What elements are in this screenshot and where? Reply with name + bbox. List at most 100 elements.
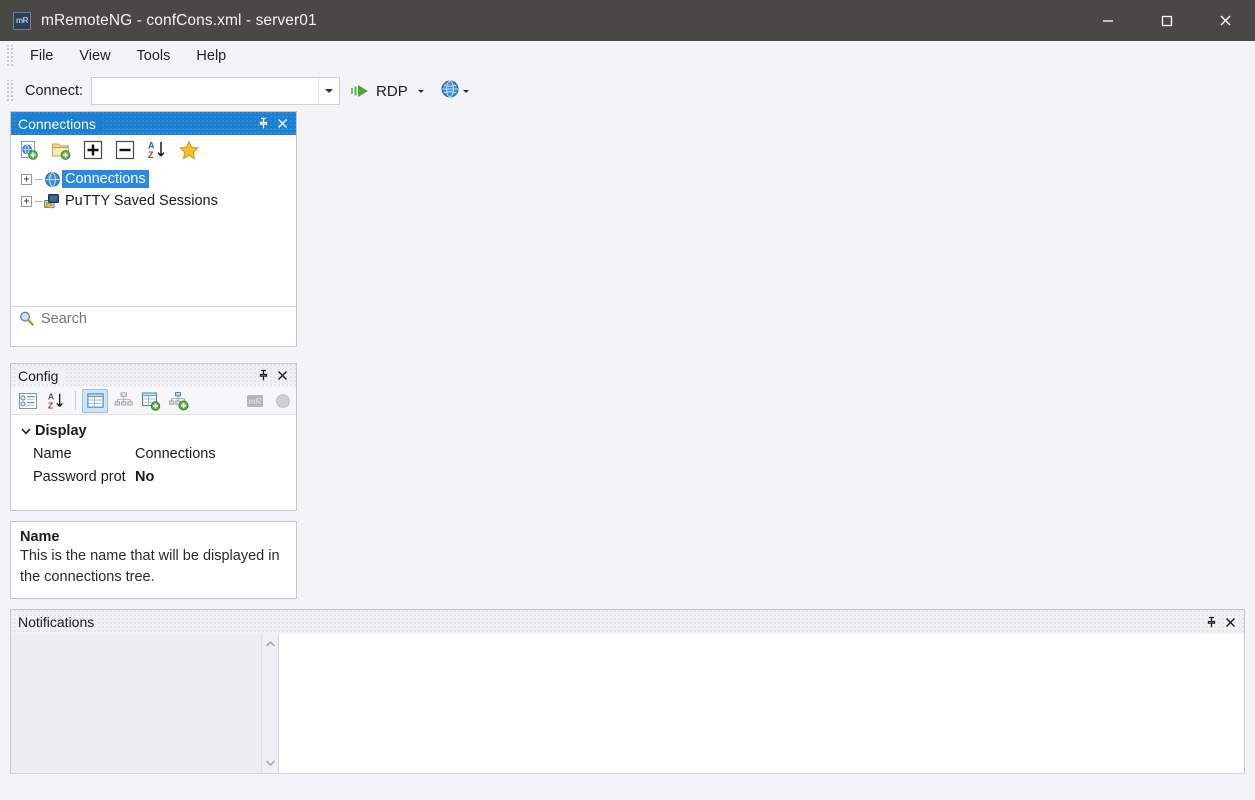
- notifications-panel-header: Notifications: [11, 610, 1244, 634]
- window-title: mRemoteNG - confCons.xml - server01: [41, 11, 317, 29]
- tree-item-label: PuTTY Saved Sessions: [65, 193, 218, 209]
- chevron-down-icon[interactable]: [263, 756, 278, 769]
- property-key: Name: [33, 445, 72, 462]
- connections-pin-button[interactable]: [254, 114, 273, 133]
- putty-icon: [42, 192, 62, 210]
- menu-item-file[interactable]: File: [17, 44, 66, 68]
- chevron-down-icon: [462, 89, 469, 93]
- property-description-panel: Name This is the name that will be displ…: [10, 521, 297, 599]
- connections-panel-header: Connections: [11, 112, 296, 135]
- mremoteng-badge-icon[interactable]: mR: [242, 389, 268, 413]
- property-value[interactable]: Connections: [135, 446, 216, 462]
- maximize-button[interactable]: [1137, 0, 1196, 41]
- tree-expander-icon[interactable]: +: [21, 195, 32, 207]
- tree-item-connections[interactable]: + Connections: [11, 168, 296, 190]
- toolbar-separator: [75, 391, 76, 410]
- connect-dropdown-arrow[interactable]: [318, 78, 340, 104]
- minimize-button[interactable]: [1078, 0, 1137, 41]
- menu-bar-grip[interactable]: [5, 45, 15, 67]
- property-row-name[interactable]: Name Connections: [11, 442, 296, 465]
- tree-item-label: Connections: [62, 170, 149, 188]
- notifications-body: [11, 634, 1244, 773]
- notifications-bottom-divider: [11, 773, 1244, 774]
- svg-text:mR: mR: [249, 397, 262, 406]
- categorized-view-icon[interactable]: [15, 389, 41, 413]
- protocol-label: RDP: [376, 82, 408, 100]
- config-close-button[interactable]: [273, 366, 292, 385]
- mremoteng-window: mR mRemoteNG - confCons.xml - server01 F…: [0, 0, 1255, 800]
- connections-tree[interactable]: + Connections + PuTTY Saved Sessions: [11, 165, 296, 306]
- config-toolbar: A Z mR: [11, 387, 296, 415]
- tree-item-putty-saved-sessions[interactable]: + PuTTY Saved Sessions: [11, 190, 296, 212]
- tree-line: [35, 178, 42, 180]
- new-connection-icon[interactable]: [17, 138, 41, 162]
- notifications-detail-pane[interactable]: [279, 634, 1244, 773]
- description-text: This is the name that will be displayed …: [20, 548, 280, 585]
- title-bar: mR mRemoteNG - confCons.xml - server01: [0, 0, 1255, 41]
- chevron-up-icon[interactable]: [263, 638, 278, 651]
- connect-toolbar: Connect: RDP: [0, 71, 1255, 111]
- notifications-scrollbar[interactable]: [261, 634, 278, 773]
- connect-play-icon: [350, 83, 370, 99]
- expand-all-icon[interactable]: [81, 138, 105, 162]
- tree-expander-icon[interactable]: +: [21, 173, 32, 185]
- tree-line: [35, 200, 42, 202]
- connect-input[interactable]: [92, 78, 319, 104]
- collapse-all-icon[interactable]: [113, 138, 137, 162]
- quick-connect-button[interactable]: RDP: [350, 83, 408, 100]
- config-pin-button[interactable]: [254, 366, 273, 385]
- app-icon-text: mR: [16, 15, 28, 25]
- search-icon: [11, 310, 41, 327]
- connections-search-box[interactable]: [11, 306, 296, 330]
- close-button[interactable]: [1196, 0, 1255, 41]
- notifications-list[interactable]: [11, 634, 279, 773]
- property-category-display[interactable]: Display: [11, 420, 296, 442]
- connections-close-button[interactable]: [273, 114, 292, 133]
- chevron-down-icon: [417, 89, 424, 93]
- globe-icon: [440, 79, 460, 104]
- property-category-label: Display: [35, 423, 87, 439]
- connect-label: Connect:: [25, 83, 84, 99]
- menu-bar: File View Tools Help: [0, 41, 1255, 71]
- default-inheritance-icon[interactable]: [166, 389, 192, 413]
- chevron-down-icon[interactable]: [17, 425, 35, 437]
- favorites-star-icon[interactable]: [177, 138, 201, 162]
- status-circle-icon[interactable]: [270, 389, 296, 413]
- connect-combobox[interactable]: [91, 77, 341, 105]
- config-panel-title: Config: [18, 367, 66, 384]
- globe-icon: [42, 171, 62, 188]
- notifications-panel-title: Notifications: [18, 614, 95, 630]
- connect-toolbar-grip[interactable]: [5, 80, 15, 102]
- property-value[interactable]: No: [135, 469, 154, 485]
- new-folder-icon[interactable]: [49, 138, 73, 162]
- menu-item-help[interactable]: Help: [183, 44, 239, 68]
- svg-text:A: A: [148, 141, 155, 151]
- notifications-list-content: [11, 634, 261, 773]
- default-properties-icon[interactable]: [138, 389, 164, 413]
- sort-az-icon[interactable]: A Z: [145, 138, 169, 162]
- notifications-panel: Notifications: [10, 609, 1245, 774]
- protocol-dropdown-button[interactable]: [417, 89, 424, 93]
- config-property-grid[interactable]: Display Name Connections Password prot N…: [11, 415, 296, 488]
- notifications-pin-button[interactable]: [1202, 613, 1221, 632]
- notifications-close-button[interactable]: [1221, 613, 1240, 632]
- connections-toolbar: A Z: [11, 135, 296, 165]
- property-grid-icon[interactable]: [82, 388, 108, 413]
- property-row-password-prot[interactable]: Password prot No: [11, 465, 296, 488]
- config-panel: Config A Z mR Display Name Connections P…: [10, 363, 297, 511]
- chevron-down-icon: [325, 89, 334, 93]
- svg-text:Z: Z: [48, 400, 54, 410]
- external-tools-button[interactable]: [440, 79, 469, 104]
- config-panel-header: Config: [11, 364, 296, 387]
- workspace: Connections A Z + Connections + PuTTY Sa…: [0, 111, 1255, 800]
- property-key: Password prot: [33, 468, 126, 485]
- window-controls: [1078, 0, 1255, 41]
- app-icon: mR: [13, 11, 31, 30]
- search-input[interactable]: [41, 307, 296, 330]
- menu-item-view[interactable]: View: [66, 44, 123, 68]
- external-tools-dropdown-arrow[interactable]: [462, 89, 469, 93]
- menu-item-tools[interactable]: Tools: [124, 44, 184, 68]
- sort-alphabetical-icon[interactable]: A Z: [43, 389, 69, 413]
- inheritance-icon[interactable]: [110, 389, 136, 413]
- connections-panel-title: Connections: [18, 115, 103, 132]
